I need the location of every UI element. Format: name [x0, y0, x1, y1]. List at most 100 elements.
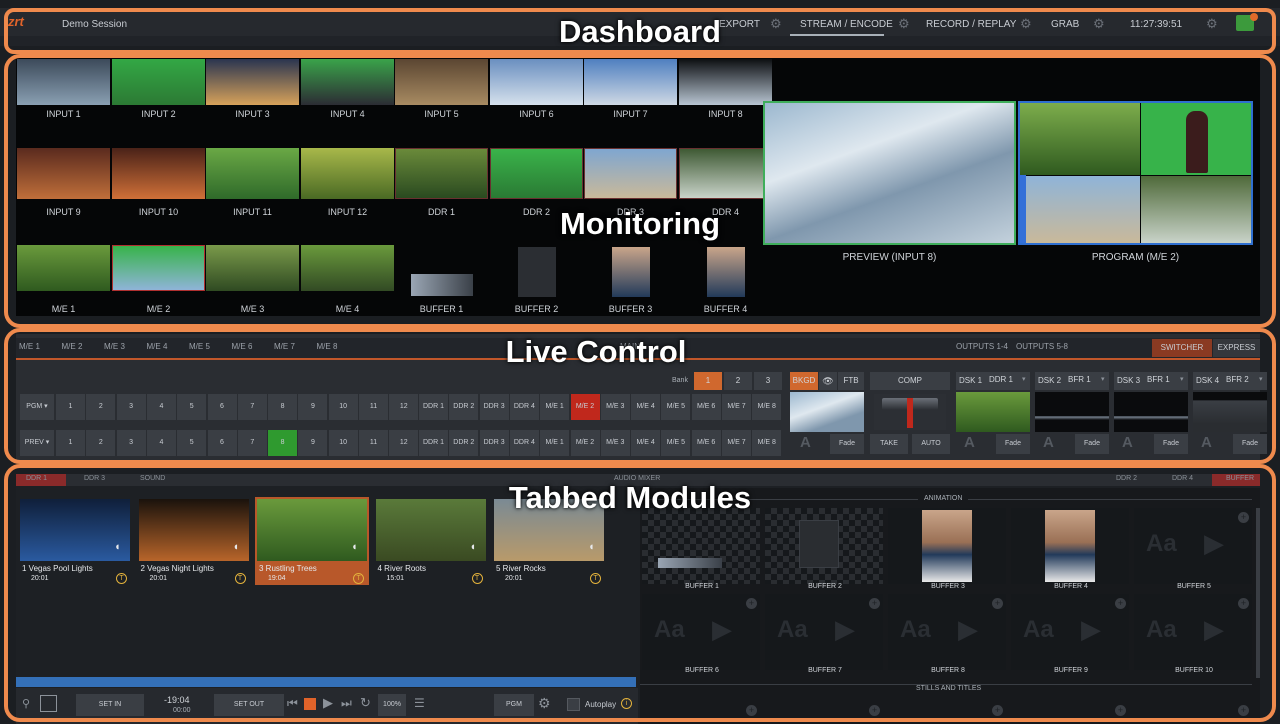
pgm-source-button[interactable]: M/E 3: [600, 394, 630, 420]
pgm-source-button[interactable]: M/E 1: [540, 394, 570, 420]
switcher-tab[interactable]: SWITCHER: [1152, 339, 1212, 357]
source-thumbnail[interactable]: [112, 245, 205, 291]
prev-source-button[interactable]: DDR 3: [479, 430, 509, 456]
pgm-input-button[interactable]: 2: [86, 394, 116, 420]
prev-source-button[interactable]: M/E 4: [631, 430, 661, 456]
clip-badge-icon[interactable]: T: [590, 573, 601, 584]
add-icon[interactable]: +: [1115, 705, 1126, 716]
dsk-fade-button[interactable]: Fade: [1233, 434, 1267, 454]
prev-input-button[interactable]: 4: [146, 430, 176, 456]
dsk-fade-button[interactable]: Fade: [1154, 434, 1188, 454]
pgm-input-button[interactable]: 5: [177, 394, 207, 420]
pgm-input-button[interactable]: 1: [56, 394, 85, 420]
bkgd-button[interactable]: BKGD: [790, 372, 818, 390]
prev-input-button[interactable]: 11: [359, 430, 388, 456]
stop-icon[interactable]: [304, 698, 316, 710]
source-thumbnail[interactable]: [17, 245, 110, 291]
pgm-source-button[interactable]: DDR 2: [449, 394, 479, 420]
stream-gear-icon[interactable]: ⚙: [898, 16, 910, 32]
prev-input-button[interactable]: 8: [268, 430, 298, 456]
prev-input-button[interactable]: 9: [298, 430, 328, 456]
pgm-source-button[interactable]: M/E 7: [722, 394, 751, 420]
add-icon[interactable]: +: [746, 598, 757, 609]
dsk-source-select[interactable]: BFR 2: [1226, 375, 1249, 384]
source-thumbnail[interactable]: [17, 148, 110, 199]
clip-badge-icon[interactable]: T: [116, 573, 127, 584]
buffer-thumbnail[interactable]: [706, 247, 745, 297]
session-name[interactable]: Demo Session: [62, 19, 127, 30]
ftb-button[interactable]: FTB: [838, 372, 864, 390]
pgm-source-button[interactable]: DDR 3: [479, 394, 509, 420]
pgm-input-button[interactable]: 9: [298, 394, 328, 420]
dsk-fade-button[interactable]: Fade: [1075, 434, 1109, 454]
source-thumbnail[interactable]: [584, 148, 677, 199]
tab-sound[interactable]: SOUND: [140, 475, 165, 482]
crop-icon[interactable]: [40, 695, 57, 712]
autoplay-checkbox[interactable]: [567, 698, 580, 711]
autoplay-info-icon[interactable]: i: [621, 698, 632, 709]
source-thumbnail[interactable]: [395, 59, 488, 105]
prev-source-button[interactable]: M/E 5: [661, 430, 691, 456]
tab-ddr-2[interactable]: DDR 2: [1116, 475, 1137, 482]
prev-source-button[interactable]: M/E 8: [752, 430, 782, 456]
prev-input-button[interactable]: 3: [116, 430, 146, 456]
clip-badge-icon[interactable]: T: [471, 573, 483, 584]
skip-back-icon[interactable]: ⏮: [287, 696, 298, 711]
speed-field[interactable]: 100%: [378, 694, 406, 716]
me-tab[interactable]: M/E 2: [62, 342, 83, 351]
program-monitor[interactable]: [1018, 101, 1253, 245]
source-thumbnail[interactable]: [206, 245, 299, 291]
pgm-input-button[interactable]: 8: [268, 394, 298, 420]
pgm-input-button[interactable]: 6: [207, 394, 237, 420]
pgm-input-button[interactable]: 10: [328, 394, 358, 420]
source-thumbnail[interactable]: [301, 59, 394, 105]
clip-badge-icon[interactable]: T: [353, 573, 364, 584]
chevron-down-icon[interactable]: ▾: [1101, 375, 1105, 383]
source-thumbnail[interactable]: [301, 245, 394, 291]
prev-input-button[interactable]: 1: [56, 430, 85, 456]
chevron-down-icon[interactable]: ▾: [1259, 375, 1263, 383]
source-thumbnail[interactable]: [206, 148, 299, 199]
record-gear-icon[interactable]: ⚙: [1020, 16, 1032, 32]
source-thumbnail[interactable]: [301, 148, 394, 199]
skip-forward-icon[interactable]: ⏭: [341, 696, 352, 711]
clock-gear-icon[interactable]: ⚙: [1206, 16, 1218, 32]
prev-source-button[interactable]: M/E 6: [691, 430, 721, 456]
source-thumbnail[interactable]: [679, 148, 772, 199]
comp-button[interactable]: COMP: [870, 372, 950, 390]
source-thumbnail[interactable]: [395, 148, 488, 199]
add-icon[interactable]: +: [1238, 705, 1249, 716]
play-icon[interactable]: ▶: [323, 695, 333, 711]
dsk-fade-button[interactable]: Fade: [996, 434, 1030, 454]
record-replay-menu[interactable]: RECORD / REPLAY: [926, 19, 1016, 30]
add-icon[interactable]: +: [992, 598, 1003, 609]
prev-input-button[interactable]: 12: [389, 430, 419, 456]
chevron-down-icon[interactable]: ▾: [1180, 375, 1184, 383]
source-thumbnail[interactable]: [679, 59, 772, 105]
pgm-row-selector[interactable]: PGM ▾: [20, 394, 54, 420]
add-icon[interactable]: +: [746, 705, 757, 716]
outputs-5-8-tab[interactable]: OUTPUTS 5-8: [1016, 342, 1068, 351]
pgm-input-button[interactable]: 12: [389, 394, 419, 420]
playlist-icon[interactable]: ☰: [414, 696, 425, 710]
me-tab[interactable]: M/E 1: [19, 342, 40, 351]
express-tab[interactable]: EXPRESS: [1213, 339, 1260, 357]
ddr-settings-gear-icon[interactable]: ⚙: [538, 695, 551, 712]
outputs-1-4-tab[interactable]: OUTPUTS 1-4: [956, 342, 1008, 351]
pgm-source-button[interactable]: M/E 2: [570, 394, 600, 420]
source-thumbnail[interactable]: [206, 59, 299, 105]
add-icon[interactable]: +: [1238, 598, 1249, 609]
add-icon[interactable]: +: [1115, 598, 1126, 609]
loop-icon[interactable]: ↻: [360, 695, 371, 711]
me-tab[interactable]: M/E 3: [104, 342, 125, 351]
pgm-input-button[interactable]: 4: [146, 394, 176, 420]
set-in-button[interactable]: SET IN: [76, 694, 144, 716]
chevron-down-icon[interactable]: ▾: [1022, 375, 1026, 383]
me-tab[interactable]: M/E 8: [317, 342, 338, 351]
dsk-source-select[interactable]: DDR 1: [989, 375, 1013, 384]
prev-source-button[interactable]: M/E 2: [570, 430, 600, 456]
add-icon[interactable]: +: [869, 598, 880, 609]
me-tab[interactable]: M/E 4: [147, 342, 168, 351]
prev-source-button[interactable]: M/E 1: [540, 430, 570, 456]
source-thumbnail[interactable]: [584, 59, 677, 105]
